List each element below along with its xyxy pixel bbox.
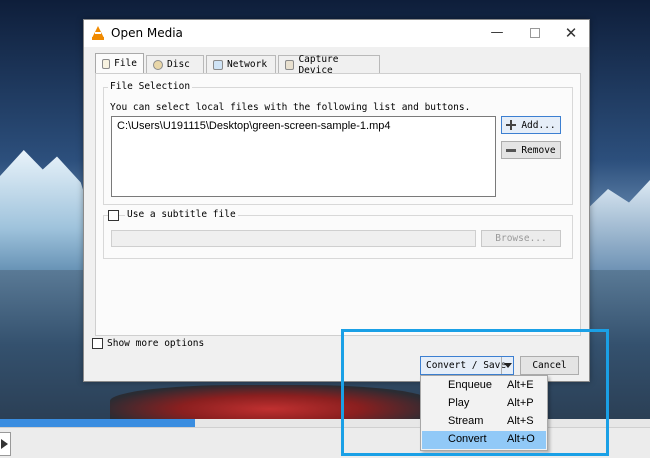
capture-device-icon	[285, 59, 295, 70]
tab-file[interactable]: File	[95, 53, 144, 73]
subtitle-checkbox-label: Use a subtitle file	[125, 209, 238, 220]
file-tab-panel: File Selection You can select local file…	[95, 73, 581, 336]
disc-icon	[153, 59, 163, 70]
seek-bar-fill	[0, 419, 195, 427]
file-selection-instructions: You can select local files with the foll…	[110, 102, 471, 113]
network-icon	[213, 59, 223, 70]
add-button[interactable]: Add...	[501, 116, 561, 134]
tab-disc-label: Disc	[167, 59, 190, 70]
file-icon	[102, 58, 111, 69]
show-more-options-checkbox[interactable]	[92, 338, 103, 349]
file-selection-label: File Selection	[108, 81, 193, 92]
browse-button: Browse...	[481, 230, 561, 247]
close-icon[interactable]: ✕	[562, 24, 580, 42]
tab-network[interactable]: Network	[206, 55, 276, 73]
title-bar: Open Media — ✕	[84, 20, 589, 47]
tab-network-label: Network	[227, 59, 268, 70]
maximize-icon[interactable]	[526, 24, 544, 42]
minus-icon	[506, 148, 517, 152]
tab-capture-device[interactable]: Capture Device	[278, 54, 380, 76]
list-item[interactable]: C:\Users\U191115\Desktop\green-screen-sa…	[117, 120, 391, 132]
tab-disc[interactable]: Disc	[146, 55, 204, 73]
vlc-cone-icon	[92, 26, 104, 40]
file-list[interactable]: C:\Users\U191115\Desktop\green-screen-sa…	[111, 116, 496, 197]
play-button[interactable]	[0, 432, 11, 456]
browse-button-label: Browse...	[495, 233, 547, 244]
subtitle-path-input	[111, 230, 476, 247]
show-more-options-label: Show more options	[107, 338, 205, 349]
add-button-label: Add...	[521, 119, 556, 131]
minimize-icon[interactable]: —	[488, 24, 506, 42]
highlight-box	[341, 329, 609, 456]
remove-button-label: Remove	[521, 144, 556, 156]
plus-icon	[506, 120, 517, 130]
open-media-dialog: Open Media — ✕ File Disc Network Capture…	[83, 19, 590, 382]
remove-button[interactable]: Remove	[501, 141, 561, 159]
window-title: Open Media	[111, 26, 183, 40]
tab-file-label: File	[114, 58, 137, 69]
subtitle-checkbox[interactable]	[108, 210, 119, 221]
